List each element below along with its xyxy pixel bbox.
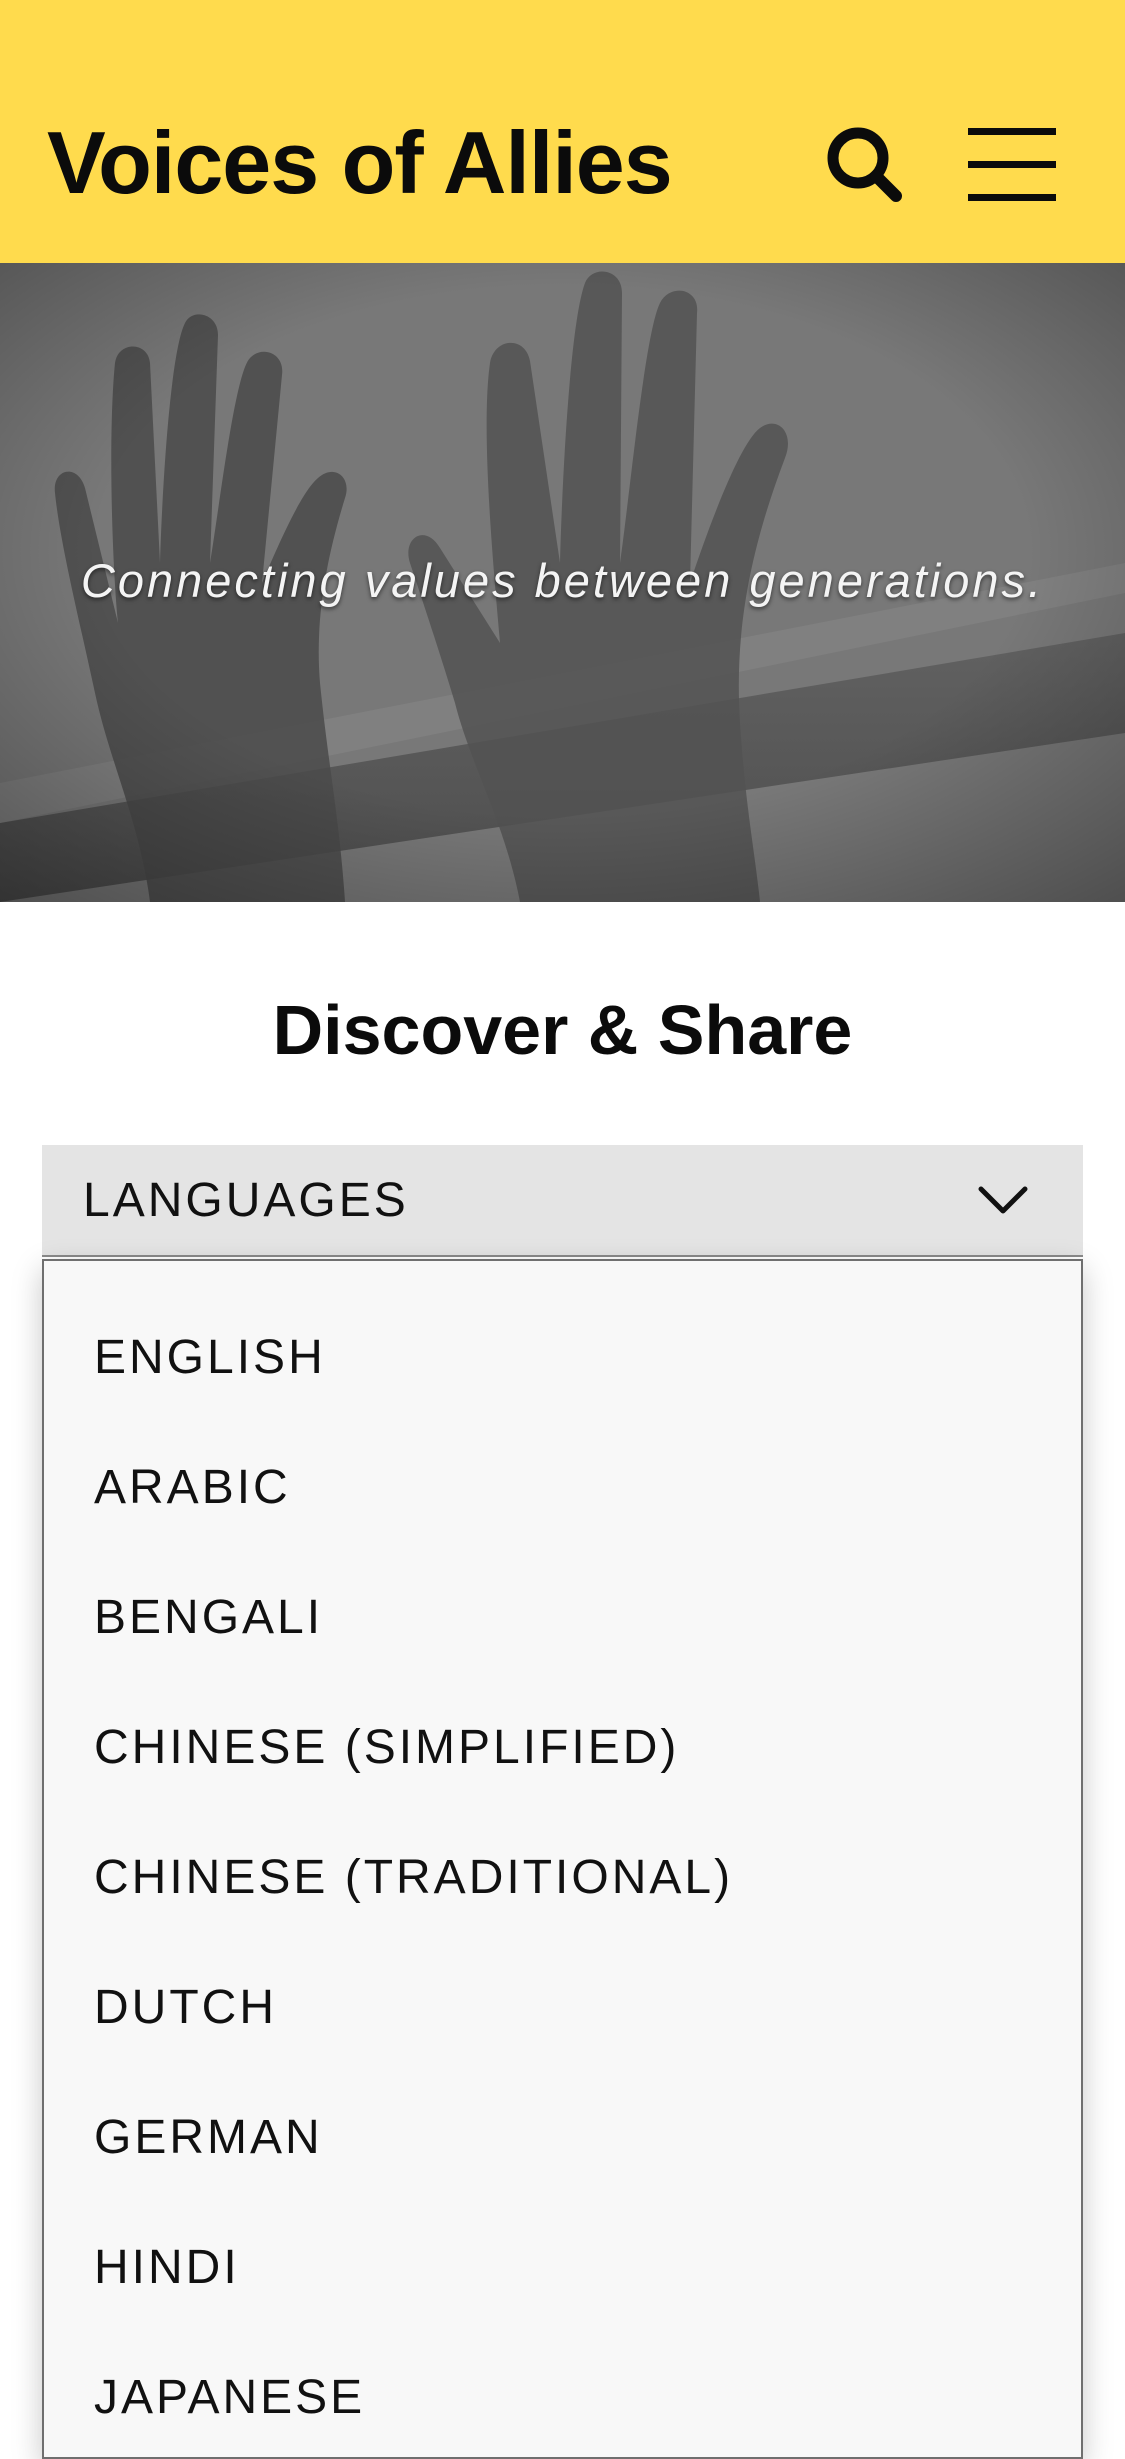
hero-tagline: Connecting values between generations.: [80, 554, 1045, 607]
languages-options-list: ENGLISH ARABIC BENGALI CHINESE (SIMPLIFI…: [42, 1259, 1083, 2459]
language-option-chinese-traditional[interactable]: CHINESE (TRADITIONAL): [94, 1838, 733, 1918]
chevron-down-icon: [978, 1186, 1028, 1214]
language-option-arabic[interactable]: ARABIC: [94, 1448, 291, 1528]
site-title[interactable]: Voices of Allies: [47, 108, 673, 218]
languages-dropdown-label: LANGUAGES: [83, 1174, 409, 1227]
language-option-chinese-simplified[interactable]: CHINESE (SIMPLIFIED): [94, 1708, 679, 1788]
menu-button[interactable]: [960, 120, 1060, 210]
site-header: Voices of Allies: [0, 0, 1125, 263]
language-option-japanese[interactable]: JAPANESE: [94, 2358, 365, 2438]
search-button[interactable]: [820, 120, 910, 210]
languages-dropdown[interactable]: LANGUAGES: [42, 1145, 1083, 1257]
search-icon: [827, 127, 902, 202]
language-option-dutch[interactable]: DUTCH: [94, 1968, 277, 2048]
hamburger-menu-icon: [968, 128, 1056, 201]
language-option-hindi[interactable]: HINDI: [94, 2228, 240, 2308]
language-option-bengali[interactable]: BENGALI: [94, 1578, 323, 1658]
language-option-german[interactable]: GERMAN: [94, 2098, 323, 2178]
hero-banner: Connecting values between generations.: [0, 263, 1125, 902]
section-heading: Discover & Share: [272, 991, 853, 1069]
language-option-english[interactable]: ENGLISH: [94, 1318, 326, 1398]
